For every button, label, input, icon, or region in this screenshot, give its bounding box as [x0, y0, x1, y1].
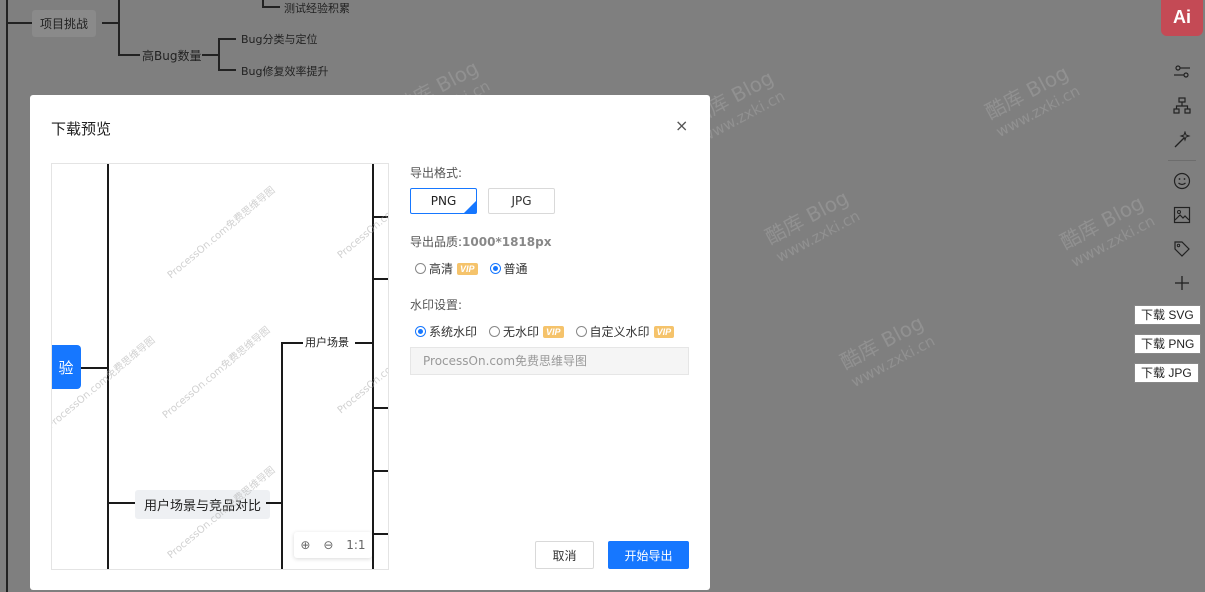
radio-icon[interactable]: [575, 326, 587, 337]
quality-size: 1000*1818px: [462, 235, 552, 249]
ai-button[interactable]: Ai: [1161, 0, 1203, 36]
node-project-challenge[interactable]: 项目挑战: [32, 10, 97, 37]
node-test-experience[interactable]: 测试经验积累: [284, 0, 350, 16]
connector-line: [372, 407, 388, 409]
watermark-options: 系统水印 无水印 VIP 自定义水印 VIP: [415, 323, 686, 340]
connector-line: [266, 502, 282, 504]
preview-root-node: 验: [52, 345, 81, 389]
radio-checked-icon[interactable]: [489, 263, 501, 274]
connector-line: [281, 342, 283, 569]
tag-icon[interactable]: [1160, 232, 1204, 266]
preview-watermark: ProcessOn.com免费思维导图: [165, 184, 278, 282]
connector-line: [218, 69, 236, 71]
watermark-custom-option[interactable]: 自定义水印 VIP: [575, 323, 675, 340]
zoom-out-icon[interactable]: ⊖: [323, 538, 333, 552]
vip-badge: VIP: [653, 325, 675, 338]
connector-line: [355, 342, 373, 344]
connector-line: [107, 502, 135, 504]
format-jpg-button[interactable]: JPG: [488, 188, 555, 214]
zoom-reset-button[interactable]: 1:1: [346, 538, 365, 552]
node-high-bug-count[interactable]: 高Bug数量: [142, 47, 201, 64]
watermark-label: 水印设置:: [410, 298, 463, 312]
org-chart-icon[interactable]: [1160, 89, 1204, 123]
node-bug-classify[interactable]: Bug分类与定位: [241, 31, 318, 47]
connector-line: [102, 22, 118, 24]
emoji-icon[interactable]: [1160, 164, 1204, 198]
download-jpg-button[interactable]: 下载 JPG: [1134, 363, 1199, 383]
radio-icon[interactable]: [415, 263, 426, 274]
connector-line: [281, 342, 303, 344]
watermark-system-option[interactable]: 系统水印: [415, 323, 477, 340]
quality-options: 高清 VIP 普通: [415, 260, 540, 277]
preview-watermark: ProcessOn.com免费思维导图: [160, 324, 273, 422]
watermark: 酷库 Blogwww.zxki.cn: [761, 185, 863, 266]
watermark: 酷库 Blogwww.zxki.cn: [836, 310, 938, 391]
quality-normal-option[interactable]: 普通: [489, 260, 528, 277]
watermark: 酷库 Blogwww.zxki.cn: [1056, 190, 1158, 271]
connector-line: [262, 6, 280, 8]
node-bug-fix[interactable]: Bug修复效率提升: [241, 63, 329, 79]
connector-line: [118, 0, 120, 56]
plus-icon[interactable]: [1160, 266, 1204, 300]
preview-watermark: ProcessOn.com免费思维导图: [335, 319, 389, 417]
preview-watermark: ProcessOn.com免费思维导图: [335, 164, 389, 262]
quality-hd-option[interactable]: 高清 VIP: [415, 260, 478, 277]
right-toolbar: [1160, 55, 1204, 300]
quality-label: 导出品质:1000*1818px: [410, 235, 552, 249]
toolbar-divider: [1168, 160, 1196, 161]
dialog-title: 下载预览: [51, 120, 112, 138]
zoom-controls: ⊕ ⊖ 1:1: [294, 532, 372, 558]
connector-line: [6, 22, 32, 24]
watermark-text-input[interactable]: ProcessOn.com免费思维导图: [410, 347, 689, 375]
image-icon[interactable]: [1160, 198, 1204, 232]
download-svg-button[interactable]: 下载 SVG: [1134, 305, 1201, 325]
magic-wand-icon[interactable]: [1160, 123, 1204, 157]
connector-line: [372, 278, 388, 280]
zoom-in-icon[interactable]: ⊕: [300, 538, 310, 552]
connector-line: [218, 38, 236, 40]
connector-line: [6, 0, 8, 592]
watermark-none-option[interactable]: 无水印 VIP: [489, 323, 564, 340]
close-icon[interactable]: ×: [675, 116, 688, 135]
download-png-button[interactable]: 下载 PNG: [1134, 334, 1202, 354]
format-png-button[interactable]: PNG: [410, 188, 477, 214]
vip-badge: VIP: [457, 262, 478, 275]
vip-badge: VIP: [543, 325, 564, 338]
radio-checked-icon[interactable]: [415, 326, 426, 337]
start-export-button[interactable]: 开始导出: [608, 541, 689, 569]
connector-line: [202, 54, 218, 56]
connector-line: [218, 38, 220, 71]
download-preview-dialog: 下载预览 × 验 用户场景与竞品对比 用户场景 ProcessOn.com免费思…: [30, 95, 710, 590]
connector-line: [118, 54, 140, 56]
cancel-button[interactable]: 取消: [535, 541, 594, 569]
connector-line: [372, 533, 388, 535]
watermark: 酷库 Blogwww.zxki.cn: [981, 60, 1083, 141]
format-label: 导出格式:: [410, 166, 463, 180]
export-preview[interactable]: 验 用户场景与竞品对比 用户场景 ProcessOn.com免费思维导图 Pro…: [51, 163, 389, 570]
connector-line: [372, 470, 388, 472]
radio-icon[interactable]: [489, 326, 501, 337]
preview-node-scene: 用户场景: [305, 336, 349, 349]
settings-sliders-icon[interactable]: [1160, 55, 1204, 89]
